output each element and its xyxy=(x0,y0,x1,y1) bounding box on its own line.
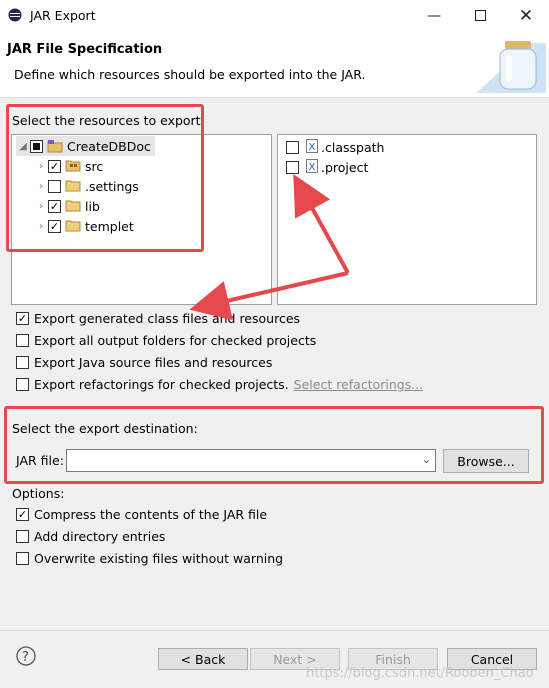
arrow-to-files-icon xyxy=(293,173,350,274)
annotation-arrows xyxy=(189,173,350,321)
arrow-to-class-files-icon xyxy=(189,271,349,321)
